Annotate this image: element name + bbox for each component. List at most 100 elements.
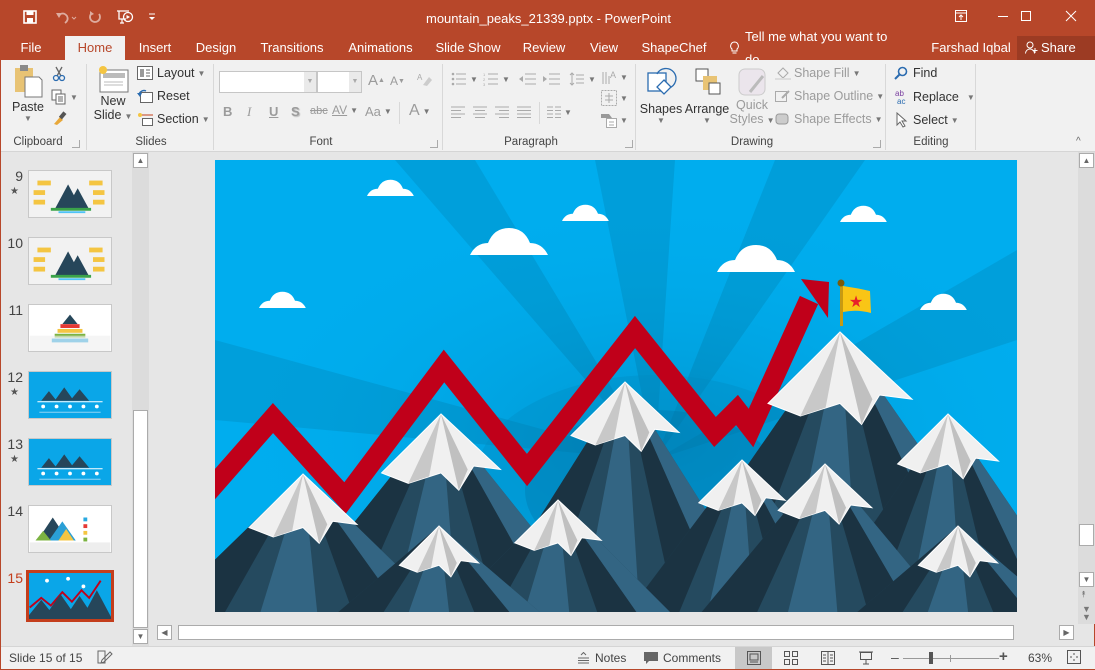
align-text-button[interactable]: ▼ (601, 90, 628, 106)
reading-view-button[interactable] (821, 651, 835, 665)
slide-show-button[interactable] (859, 651, 873, 665)
font-name-combo[interactable]: ▼ (219, 71, 317, 93)
clipboard-launcher-icon[interactable] (72, 140, 80, 148)
format-painter-icon[interactable] (51, 110, 67, 126)
scroll-down-arrow-icon[interactable]: ▼ (1079, 572, 1094, 587)
tab-home[interactable]: Home (65, 36, 125, 60)
slide-horizontal-scrollbar[interactable]: ◀ ▶ (153, 624, 1079, 642)
font-launcher-icon[interactable] (430, 140, 438, 148)
change-case-button[interactable]: Aa ▼ (365, 104, 392, 119)
increase-indent-icon[interactable] (543, 72, 561, 86)
slide-thumbnail[interactable] (28, 371, 112, 419)
decrease-font-size-icon[interactable]: A ▼ (390, 74, 405, 88)
font-size-combo[interactable]: ▼ (317, 71, 362, 93)
tab-design[interactable]: Design (191, 36, 241, 60)
collapse-ribbon-icon[interactable]: ^ (1076, 136, 1081, 147)
smartart-convert-button[interactable]: ▼ (601, 112, 628, 128)
tab-insert[interactable]: Insert (132, 36, 178, 60)
underline-button[interactable]: U (269, 104, 278, 119)
bold-button[interactable]: B (223, 104, 232, 119)
scrollbar-thumb[interactable] (1079, 524, 1094, 546)
previous-slide-icon[interactable]: ⯭ (1081, 589, 1086, 600)
tab-file[interactable]: File (11, 36, 51, 60)
share-button[interactable]: Share (1017, 36, 1095, 60)
scroll-up-arrow-icon[interactable]: ▲ (1079, 153, 1094, 168)
scroll-up-arrow-icon[interactable]: ▲ (133, 153, 148, 168)
tab-view[interactable]: View (585, 36, 623, 60)
tab-transitions[interactable]: Transitions (257, 36, 327, 60)
shapes-button[interactable]: Shapes ▼ (640, 66, 682, 132)
slide-sorter-button[interactable] (784, 651, 798, 665)
character-spacing-button[interactable]: AV ▼ (332, 103, 358, 117)
maximize-icon[interactable] (1006, 4, 1046, 28)
select-button[interactable]: Select ▼ (896, 112, 959, 128)
paste-button[interactable]: Paste ▼ (11, 64, 45, 128)
notes-button[interactable]: Notes (577, 651, 626, 665)
slide-thumbnail[interactable] (28, 170, 112, 218)
scroll-left-arrow-icon[interactable]: ◀ (157, 625, 172, 640)
zoom-slider-track[interactable] (903, 658, 999, 659)
slide-thumbnail[interactable] (28, 505, 112, 553)
scrollbar-thumb[interactable] (178, 625, 1014, 640)
cut-icon[interactable] (51, 66, 67, 82)
slide-thumbnail[interactable] (28, 237, 112, 285)
slide-thumbnail[interactable] (28, 438, 112, 486)
slide-thumbnail[interactable] (28, 304, 112, 352)
columns-button[interactable]: ▼ (547, 106, 572, 118)
zoom-in-button[interactable]: + (999, 648, 1008, 665)
align-center-icon[interactable] (473, 106, 487, 118)
justify-icon[interactable] (517, 106, 531, 118)
thumbnail-number: 14 (7, 503, 23, 519)
text-direction-button[interactable]: A ▼ (601, 68, 628, 86)
clear-formatting-icon[interactable]: A (417, 72, 433, 88)
zoom-level[interactable]: 63% (1028, 651, 1052, 665)
layout-button[interactable]: Layout ▼ (137, 66, 205, 80)
arrange-button[interactable]: Arrange ▼ (684, 66, 730, 132)
decrease-indent-icon[interactable] (519, 72, 537, 86)
align-right-icon[interactable] (495, 106, 509, 118)
find-button[interactable]: Find (894, 66, 937, 80)
tab-review[interactable]: Review (519, 36, 569, 60)
next-slide-icon[interactable]: ▼ ▼ (1082, 605, 1091, 622)
increase-font-size-icon[interactable]: A ▲ (368, 72, 385, 89)
tell-me-search[interactable]: Tell me what you want to do... (729, 29, 915, 67)
reset-button[interactable]: Reset (137, 89, 190, 103)
spell-check-icon[interactable] (97, 650, 113, 664)
zoom-out-button[interactable]: – (891, 649, 899, 665)
paragraph-launcher-icon[interactable] (625, 140, 633, 148)
normal-view-button[interactable] (735, 647, 772, 669)
line-spacing-button[interactable]: ▼ (569, 72, 596, 86)
shape-outline-button[interactable]: Shape Outline ▼ (775, 89, 884, 103)
slide-vertical-scrollbar[interactable]: ▲ ▼ ⯭ ▼ ▼ (1078, 152, 1095, 624)
font-color-button[interactable]: A ▼ (409, 102, 431, 120)
tab-shapechef[interactable]: ShapeChef (639, 36, 709, 60)
strikethrough-button[interactable]: abc (310, 105, 328, 117)
shape-effects-button[interactable]: Shape Effects ▼ (775, 112, 883, 126)
user-account[interactable]: Farshad Iqbal (929, 36, 1013, 60)
tab-slide-show[interactable]: Slide Show (433, 36, 503, 60)
scroll-down-arrow-icon[interactable]: ▼ (133, 629, 148, 644)
scrollbar-thumb[interactable] (133, 410, 148, 628)
copy-icon[interactable]: ▼ (51, 89, 78, 105)
close-icon[interactable] (1051, 4, 1091, 28)
comments-button[interactable]: Comments (644, 651, 721, 665)
slide-thumbnail[interactable] (26, 570, 114, 622)
tab-animations[interactable]: Animations (343, 36, 418, 60)
slide-canvas[interactable]: ★ (215, 160, 1017, 612)
quick-styles-button[interactable]: Quick Styles ▼ (730, 66, 774, 132)
text-shadow-button[interactable]: S (291, 104, 300, 119)
new-slide-button[interactable]: New Slide ▼ (94, 64, 132, 134)
fit-slide-to-window-button[interactable] (1067, 650, 1081, 664)
replace-button[interactable]: ab ac Replace ▼ (894, 89, 975, 105)
zoom-slider-thumb[interactable] (928, 652, 933, 664)
thumbnail-scrollbar[interactable]: ▲ ▼ (132, 152, 149, 646)
scroll-right-arrow-icon[interactable]: ▶ (1059, 625, 1074, 640)
ribbon-display-options-icon[interactable] (941, 4, 981, 28)
bullets-button[interactable]: ▼ (451, 72, 478, 86)
numbering-button[interactable]: 1 2 3 ▼ (483, 72, 510, 86)
shape-fill-button[interactable]: Shape Fill ▼ (775, 66, 861, 80)
align-left-icon[interactable] (451, 106, 465, 118)
section-button[interactable]: Section ▼ (137, 112, 210, 126)
italic-button[interactable]: I (247, 104, 251, 120)
drawing-launcher-icon[interactable] (873, 140, 881, 148)
